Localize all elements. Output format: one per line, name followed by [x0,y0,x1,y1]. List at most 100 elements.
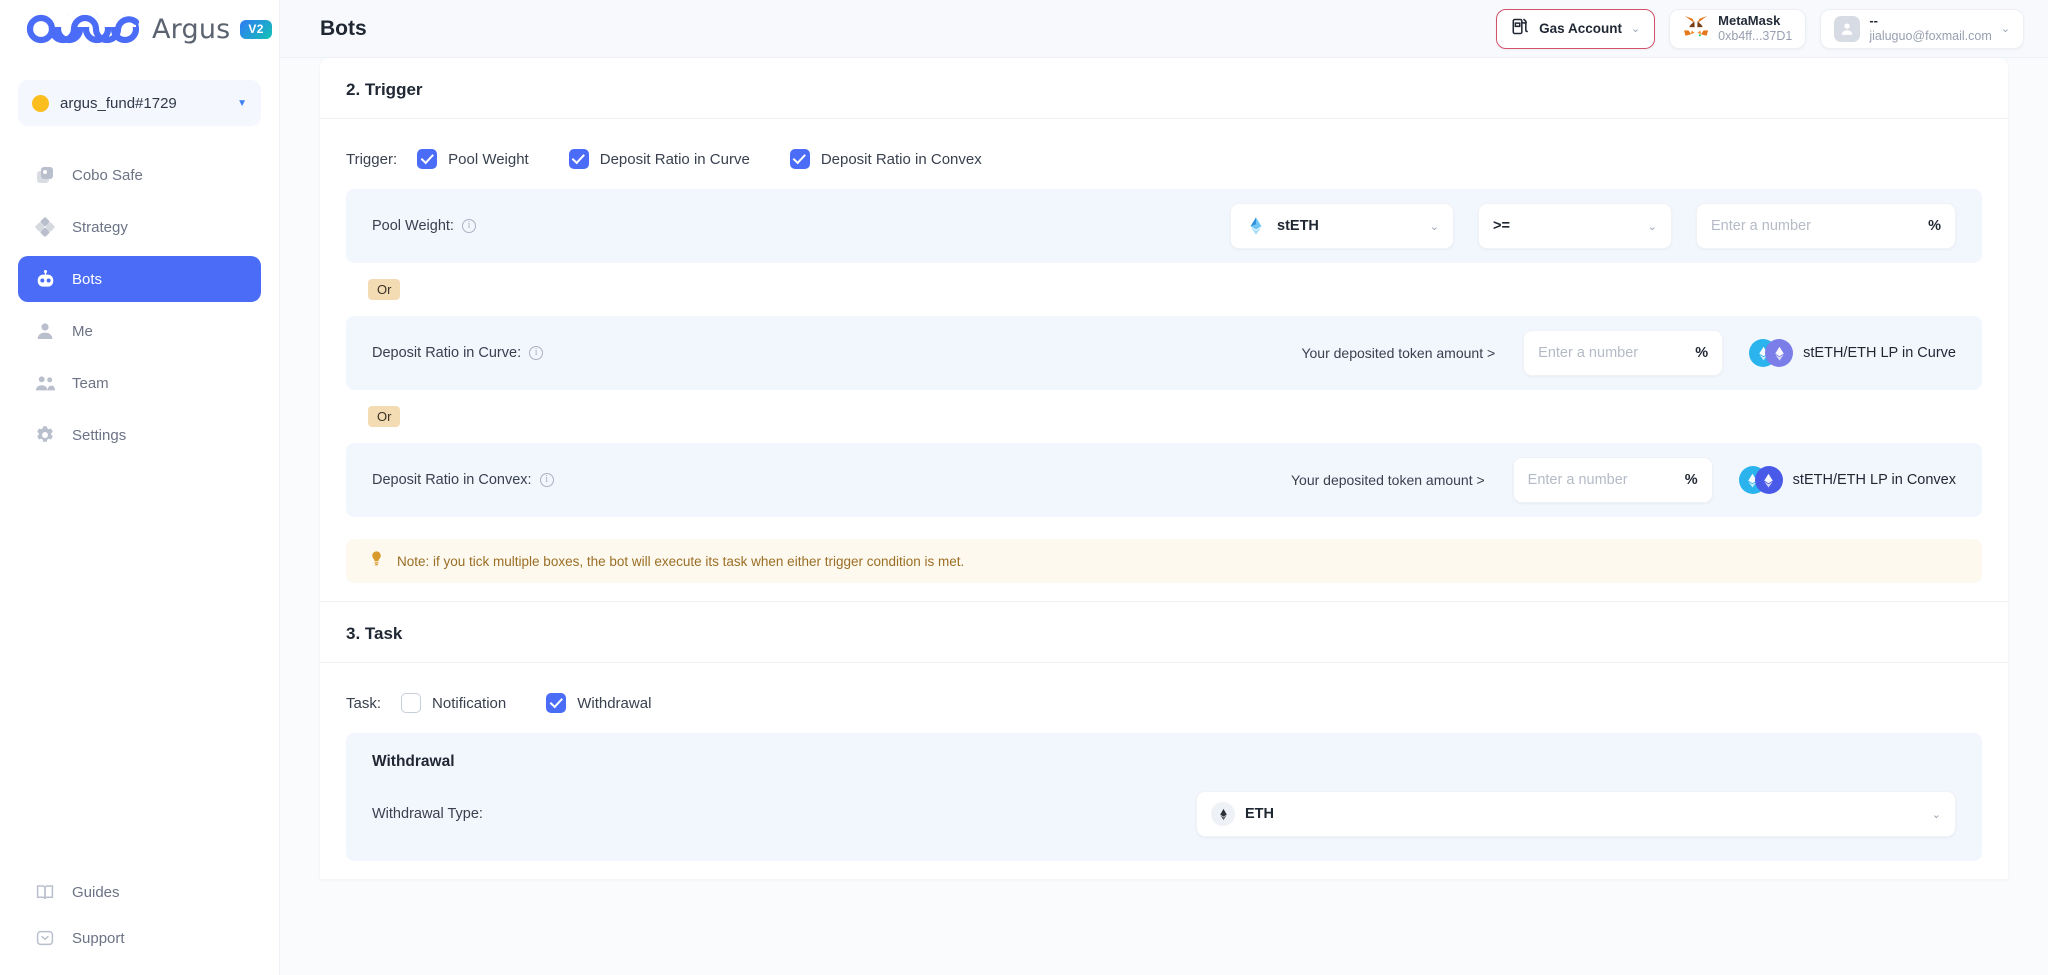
trigger-options-row: Trigger: Pool Weight Deposit Ratio in Cu… [346,145,1982,175]
gas-account-button[interactable]: Gas Account ⌄ [1496,9,1655,49]
deposit-ratio-curve-panel: Deposit Ratio in Curve: i Your deposited… [346,316,1982,390]
pool-weight-operator-select[interactable]: >= ⌄ [1478,203,1672,249]
info-icon[interactable]: i [540,473,554,487]
eth-icon [1211,802,1235,826]
sidebar-item-label: Team [72,375,109,392]
or-badge-2: Or [368,406,400,427]
curve-label-wrap: Deposit Ratio in Curve: i [372,345,543,361]
sidebar-item-strategy[interactable]: Strategy [18,204,261,250]
bot-form-card: 2. Trigger Trigger: Pool Weight Deposit … [320,58,2008,879]
user-info: -- jialuguo@foxmail.com [1869,13,1991,44]
convex-input-wrap[interactable]: % [1513,457,1713,503]
sidebar-item-settings[interactable]: Settings [18,412,261,458]
withdrawal-panel-title: Withdrawal [372,753,1956,771]
sidebar-item-guides[interactable]: Guides [18,871,261,913]
trigger-checkbox-pool-weight[interactable]: Pool Weight [417,149,529,169]
curve-input-wrap[interactable]: % [1523,330,1723,376]
chevron-down-icon: ▼ [237,98,247,109]
curve-pool-tag: stETH/ETH LP in Curve [1749,339,1956,367]
curve-pool-name: stETH/ETH LP in Curve [1803,345,1956,361]
trigger-checkbox-deposit-ratio-curve[interactable]: Deposit Ratio in Curve [569,149,750,169]
trigger-section-body: Trigger: Pool Weight Deposit Ratio in Cu… [320,119,2008,601]
wallet-name: MetaMask [1718,13,1792,29]
checkbox-box[interactable] [401,693,421,713]
sidebar: Argus V2 argus_fund#1729 ▼ Cobo Safe [0,0,280,975]
sidebar-item-label: Support [72,930,125,947]
task-checkbox-notification[interactable]: Notification [401,693,506,713]
wallet-info: MetaMask 0xb4ff...37D1 [1718,13,1792,44]
checkbox-box[interactable] [790,149,810,169]
gas-pump-icon [1511,17,1530,41]
pool-weight-label: Pool Weight: [372,218,454,234]
checkbox-box[interactable] [417,149,437,169]
warning-icon [368,550,385,572]
withdrawal-panel: Withdrawal Withdrawal Type: [346,733,1982,861]
sidebar-item-support[interactable]: Support [18,917,261,959]
convex-pool-tag: stETH/ETH LP in Convex [1739,466,1956,494]
checkbox-label: Deposit Ratio in Convex [821,151,982,168]
percent-unit: % [1685,472,1698,488]
chevron-down-icon: ⌄ [1631,22,1640,35]
sidebar-item-label: Settings [72,427,126,444]
trigger-section-title: 2. Trigger [320,58,2008,119]
metamask-icon [1683,14,1709,43]
convex-pool-name: stETH/ETH LP in Convex [1793,472,1956,488]
trigger-note-banner: Note: if you tick multiple boxes, the bo… [346,539,1982,583]
steth-eth-pair-icon [1749,339,1793,367]
eth-icon [1765,339,1793,367]
task-lead-label: Task: [346,695,381,712]
pool-weight-label-wrap: Pool Weight: i [372,218,476,234]
sidebar-item-bots[interactable]: Bots [18,256,261,302]
checkbox-box[interactable] [569,149,589,169]
convex-icon [1755,466,1783,494]
task-options-row: Task: Notification Withdrawal [346,689,1982,719]
info-icon[interactable]: i [462,219,476,233]
checkbox-label: Pool Weight [448,151,529,168]
top-bar: Bots Gas Account ⌄ [280,0,2048,58]
user-account-button[interactable]: -- jialuguo@foxmail.com ⌄ [1820,9,2024,49]
user-name: -- [1869,13,1991,29]
sidebar-item-me[interactable]: Me [18,308,261,354]
brand-logo[interactable]: Argus V2 [0,0,279,58]
user-email: jialuguo@foxmail.com [1869,29,1991,44]
chat-icon [34,927,56,949]
page-title: Bots [320,17,1482,41]
sidebar-item-label: Bots [72,271,102,288]
wallet-button[interactable]: MetaMask 0xb4ff...37D1 [1669,9,1806,49]
curve-condition-text: Your deposited token amount > [1301,345,1495,361]
brand-name: Argus [152,14,230,45]
app-root: Argus V2 argus_fund#1729 ▼ Cobo Safe [0,0,2048,975]
withdrawal-type-row: Withdrawal Type: ETH ⌄ [372,791,1956,837]
pool-weight-input[interactable] [1711,218,1922,234]
convex-input[interactable] [1528,472,1679,488]
sidebar-item-team[interactable]: Team [18,360,261,406]
sidebar-item-label: Strategy [72,219,128,236]
fund-selector[interactable]: argus_fund#1729 ▼ [18,80,261,126]
checkbox-label: Withdrawal [577,695,651,712]
chevron-down-icon: ⌄ [1648,220,1657,233]
curve-input[interactable] [1538,345,1689,361]
pool-weight-operator-value: >= [1493,218,1638,234]
team-icon [34,372,56,394]
convex-label-wrap: Deposit Ratio in Convex: i [372,472,554,488]
sidebar-item-cobo-safe[interactable]: Cobo Safe [18,152,261,198]
percent-unit: % [1695,345,1708,361]
cobo-logo-icon [24,13,142,45]
sidebar-nav: Cobo Safe Strategy [0,152,279,458]
pool-weight-panel: Pool Weight: i [346,189,1982,263]
sidebar-bottom-nav: Guides Support [0,871,279,959]
pool-weight-input-wrap[interactable]: % [1696,203,1956,249]
fund-avatar [32,95,49,112]
withdrawal-type-select[interactable]: ETH ⌄ [1196,791,1956,837]
convex-label: Deposit Ratio in Convex: [372,472,532,488]
bot-icon [34,268,56,290]
chevron-down-icon: ⌄ [1932,808,1941,821]
checkbox-box[interactable] [546,693,566,713]
pool-weight-token-select[interactable]: stETH ⌄ [1230,203,1454,249]
content-scroll[interactable]: 2. Trigger Trigger: Pool Weight Deposit … [280,58,2048,975]
task-checkbox-withdrawal[interactable]: Withdrawal [546,693,651,713]
trigger-checkbox-deposit-ratio-convex[interactable]: Deposit Ratio in Convex [790,149,982,169]
chevron-down-icon: ⌄ [2001,22,2010,35]
info-icon[interactable]: i [529,346,543,360]
sidebar-item-label: Guides [72,884,120,901]
